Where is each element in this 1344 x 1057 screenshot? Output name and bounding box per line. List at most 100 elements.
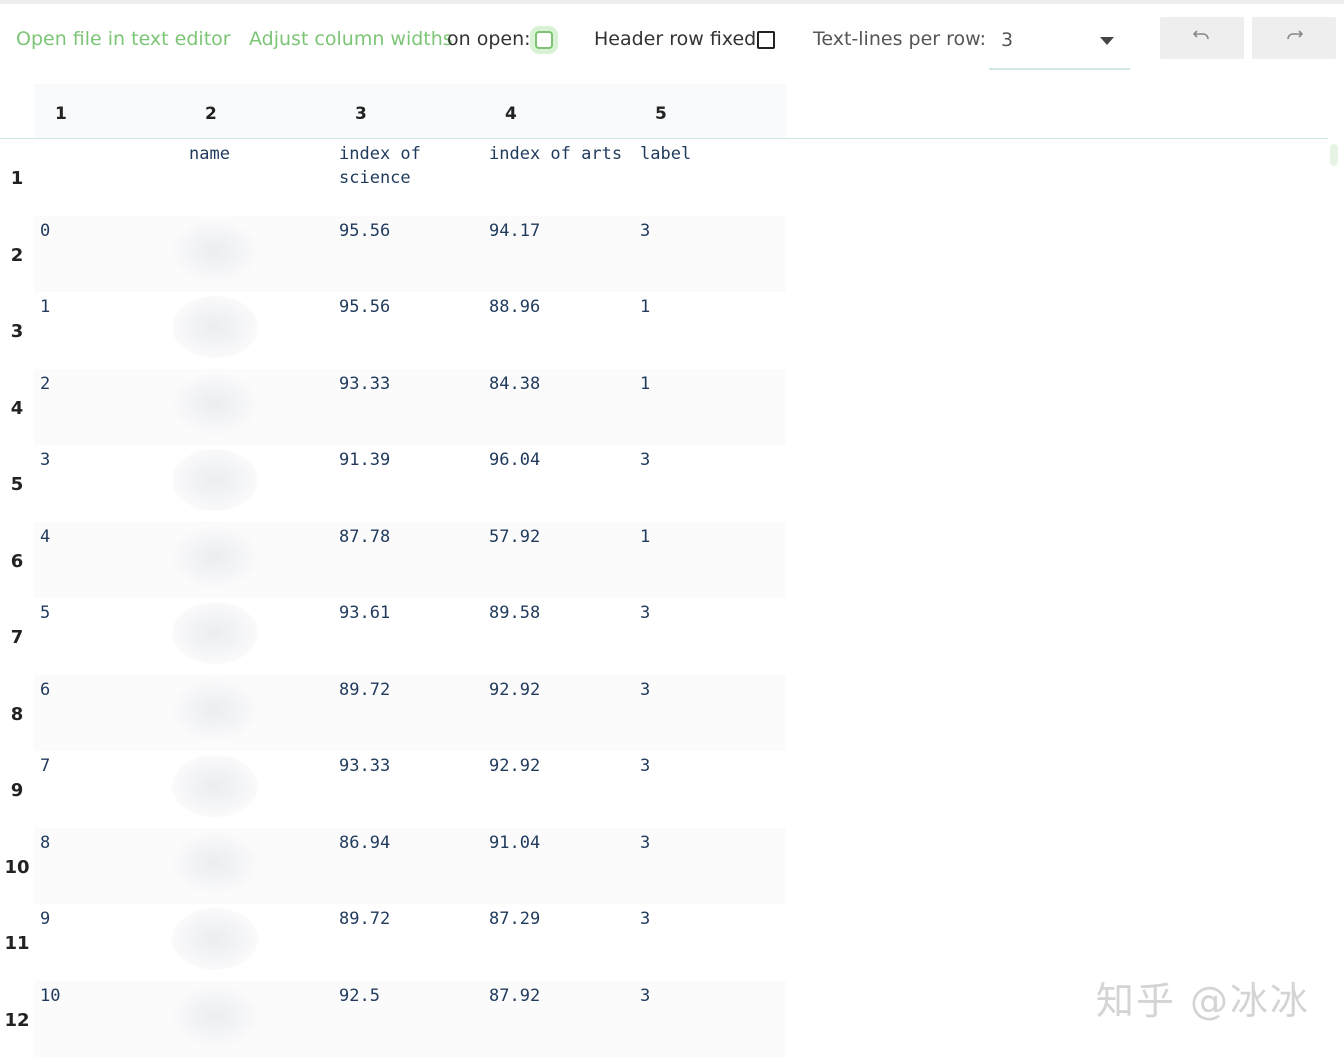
table-cell[interactable]: 92.92 [489,754,540,778]
row-number[interactable]: 6 [0,551,34,572]
table-cell[interactable]: 3 [640,754,650,778]
table-row [34,980,786,1057]
table-cell[interactable]: 93.33 [339,372,390,396]
table-cell[interactable]: 89.72 [339,907,390,931]
table-cell[interactable]: 3 [640,448,650,472]
table-cell[interactable]: 3 [640,907,650,931]
redo-icon [1287,30,1303,40]
table-cell[interactable]: 8 [40,831,50,855]
row-number[interactable]: 11 [0,933,34,954]
csv-viewer: Open file in text editor Adjust column w… [0,0,1344,1057]
table-cell[interactable]: 7 [40,754,50,778]
table-cell[interactable]: 87.78 [339,525,390,549]
adjust-on-open-checkbox[interactable] [535,31,553,49]
table-cell[interactable]: 1 [640,525,650,549]
lines-per-row-label: Text-lines per row: [813,28,987,50]
table-row [34,292,786,368]
redacted-name [172,831,258,894]
redacted-name [172,908,258,970]
header-row-fixed-checkbox[interactable] [757,31,775,49]
table-cell[interactable]: 10 [40,984,60,1008]
table-cell[interactable]: 1 [640,295,650,319]
row-number[interactable]: 2 [0,245,34,266]
table-cell[interactable]: 92.92 [489,678,540,702]
header-cell[interactable]: name [189,142,230,166]
column-number[interactable]: 2 [205,104,217,124]
row-number[interactable]: 4 [0,398,34,419]
table-cell[interactable]: 89.58 [489,601,540,625]
table-cell[interactable]: 4 [40,525,50,549]
table-cell[interactable]: 0 [40,219,50,243]
watermark-text: 知乎 @冰冰 [1095,979,1310,1023]
row-number[interactable]: 10 [0,857,34,878]
data-grid: 1 2 3 4 5 1 name index of science index of … [0,84,1344,1057]
row-number[interactable]: 5 [0,474,34,495]
undo-button[interactable] [1160,17,1244,59]
table-cell[interactable]: 57.92 [489,525,540,549]
table-row [34,215,786,292]
table-cell[interactable]: 93.61 [339,601,390,625]
table-cell[interactable]: 87.92 [489,984,540,1008]
table-cell[interactable]: 3 [640,984,650,1008]
table-cell[interactable]: 3 [640,678,650,702]
table-row [34,521,786,598]
row-number[interactable]: 7 [0,627,34,648]
column-number[interactable]: 1 [55,104,67,124]
table-cell[interactable]: 6 [40,678,50,702]
header-row-fixed-label: Header row fixed: [594,28,763,50]
table-row [34,674,786,751]
redacted-name [172,678,258,741]
header-cell[interactable]: index of science [339,142,421,190]
toolbar: Open file in text editor Adjust column w… [0,4,1344,76]
table-cell[interactable]: 1 [40,295,50,319]
table-cell[interactable]: 95.56 [339,295,390,319]
open-file-link[interactable]: Open file in text editor [16,28,231,50]
header-cell[interactable]: index of arts [489,142,622,166]
table-cell[interactable]: 93.33 [339,754,390,778]
table-cell[interactable]: 3 [640,831,650,855]
row-number[interactable]: 8 [0,704,34,725]
table-cell[interactable]: 91.39 [339,448,390,472]
redo-button[interactable] [1252,17,1336,59]
table-cell[interactable]: 9 [40,907,50,931]
redacted-name [172,525,258,588]
column-number[interactable]: 3 [355,104,367,124]
table-row [34,904,786,980]
redacted-name [172,296,258,358]
redacted-name [172,372,258,435]
table-cell[interactable]: 86.94 [339,831,390,855]
vertical-scrollbar[interactable] [1330,144,1338,166]
row-number[interactable]: 1 [0,168,34,189]
row-number[interactable]: 12 [0,1010,34,1031]
redacted-name [172,984,258,1047]
row-number[interactable]: 9 [0,780,34,801]
table-cell[interactable]: 88.96 [489,295,540,319]
column-header-row: 1 2 3 4 5 [34,84,786,138]
table-cell[interactable]: 5 [40,601,50,625]
row-number[interactable]: 3 [0,321,34,342]
table-cell[interactable]: 3 [40,448,50,472]
adjust-column-widths-link[interactable]: Adjust column widths [249,28,453,50]
table-cell[interactable]: 3 [640,601,650,625]
table-cell[interactable]: 94.17 [489,219,540,243]
table-cell[interactable]: 2 [40,372,50,396]
table-cell[interactable]: 95.56 [339,219,390,243]
table-cell[interactable]: 84.38 [489,372,540,396]
table-cell[interactable]: 91.04 [489,831,540,855]
redacted-name [172,219,258,282]
redacted-name [172,755,258,817]
lines-per-row-select[interactable]: 3 [989,16,1130,70]
column-number[interactable]: 4 [505,104,517,124]
column-number[interactable]: 5 [655,104,667,124]
table-cell[interactable]: 96.04 [489,448,540,472]
table-cell[interactable]: 3 [640,219,650,243]
on-open-label: on open: [447,28,531,50]
table-cell[interactable]: 87.29 [489,907,540,931]
table-cell[interactable]: 1 [640,372,650,396]
table-row [34,751,786,827]
undo-icon [1193,30,1209,40]
table-cell[interactable]: 89.72 [339,678,390,702]
header-cell[interactable]: label [640,142,691,166]
redacted-name [172,449,258,511]
table-cell[interactable]: 92.5 [339,984,380,1008]
